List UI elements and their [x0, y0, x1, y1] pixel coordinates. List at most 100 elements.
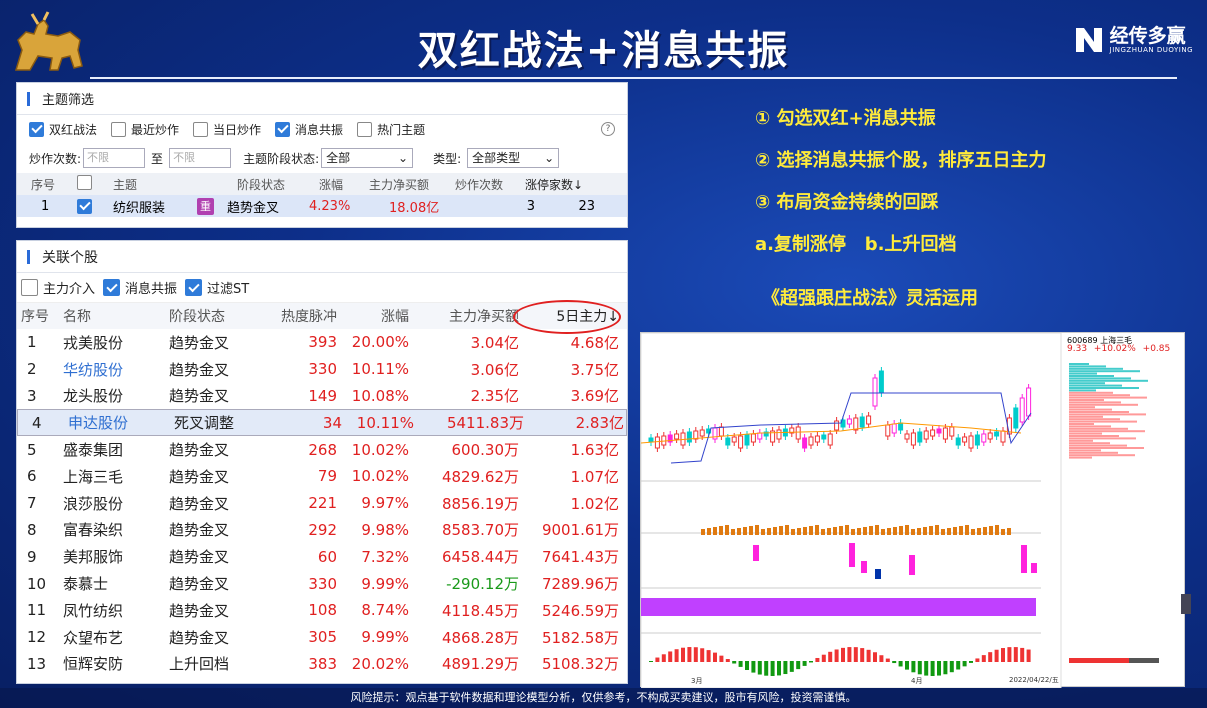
- cell-name: 龙头股份: [63, 387, 124, 406]
- oscillator-bar: [713, 652, 717, 662]
- table-row[interactable]: 4 申达股份 死叉调整 34 10.11% 5411.83万 2.83亿: [17, 409, 627, 437]
- col-theme[interactable]: 主题: [113, 176, 237, 193]
- table-row[interactable]: 7 浪莎股份 趋势金叉 221 9.97% 8856.19万 1.02亿: [17, 490, 627, 517]
- checkbox-icon[interactable]: [357, 121, 373, 137]
- col-change[interactable]: 涨幅: [319, 176, 369, 193]
- checkbox-recent-hype[interactable]: 最近炒作: [111, 121, 179, 138]
- candle-body: [968, 435, 974, 449]
- chip-bar: [1069, 394, 1130, 397]
- col-index[interactable]: 序号: [17, 306, 63, 326]
- stock-chart[interactable]: 600689 上海三毛 9.33 +10.02% +0.85 2022/04/2…: [640, 332, 1185, 689]
- checkbox-icon[interactable]: [111, 121, 127, 137]
- cell-net: -290.12万: [446, 575, 519, 594]
- cell-change: 9.99%: [361, 628, 409, 647]
- checkbox-icon[interactable]: [193, 121, 209, 137]
- col-index[interactable]: 序号: [17, 176, 77, 193]
- row-checkbox[interactable]: [77, 198, 113, 214]
- checkbox-main-force[interactable]: 主力介入: [21, 278, 95, 297]
- oscillator-bar: [956, 661, 961, 670]
- table-row[interactable]: 8 富春染织 趋势金叉 292 9.98% 8583.70万 9001.61万: [17, 517, 627, 544]
- side-scroll-handle[interactable]: [1181, 594, 1191, 614]
- help-icon[interactable]: ?: [601, 122, 615, 136]
- oscillator-bar: [969, 661, 973, 663]
- volume-bar: [911, 529, 915, 535]
- type-select[interactable]: 全部类型 ⌄: [467, 148, 560, 168]
- checkbox-icon[interactable]: [29, 121, 44, 137]
- checkbox-filter-st[interactable]: 过滤ST: [185, 278, 249, 297]
- table-row[interactable]: 13 恒辉安防 上升回档 383 20.02% 4891.29万 5108.32万: [17, 651, 627, 678]
- table-row[interactable]: 10 泰慕士 趋势金叉 330 9.99% -290.12万 7289.96万: [17, 570, 627, 597]
- cell-change: 9.98%: [361, 520, 409, 539]
- volume-bar: [755, 525, 759, 535]
- checkbox-today-hype[interactable]: 当日炒作: [193, 121, 261, 138]
- tagline: 《超强跟庄战法》灵活运用: [762, 288, 978, 309]
- table-row[interactable]: 1 戎美股份 趋势金叉 393 20.00% 3.04亿 4.68亿: [17, 329, 627, 356]
- oscillator-bar: [943, 661, 948, 675]
- col-stage[interactable]: 阶段状态: [169, 306, 253, 326]
- candle-body: [910, 432, 916, 446]
- cell-heat: 149: [308, 386, 337, 405]
- candle-body: [1000, 430, 1006, 443]
- theme-filter-panel: 主题筛选 双红战法 最近炒作 当日炒作 消息共振 热门主题 ? 炒作次数: 不限…: [16, 82, 628, 228]
- checkbox-icon[interactable]: [103, 279, 121, 296]
- col-stage[interactable]: 阶段状态: [237, 176, 319, 193]
- chip-bar: [1069, 439, 1093, 442]
- cell-net: 8856.19万: [441, 494, 519, 513]
- col-limit-up[interactable]: 涨停家数↓: [525, 176, 595, 193]
- col-name[interactable]: 名称: [63, 306, 169, 326]
- table-row[interactable]: 6 上海三毛 趋势金叉 79 10.02% 4829.62万 1.07亿: [17, 463, 627, 490]
- table-row[interactable]: 11 凤竹纺织 趋势金叉 108 8.74% 4118.45万 5246.59万: [17, 597, 627, 624]
- col-change[interactable]: 涨幅: [337, 306, 409, 326]
- col-net-buy[interactable]: 主力净买额: [409, 306, 519, 326]
- table-row[interactable]: 2 华纺股份 趋势金叉 330 10.11% 3.06亿 3.75亿: [17, 356, 627, 383]
- count-to-input[interactable]: 不限: [169, 148, 232, 168]
- col-select-all[interactable]: [77, 175, 113, 193]
- table-row[interactable]: 1 纺织服装 重 趋势金叉 4.23% 18.08亿 3 23: [17, 195, 627, 217]
- table-row[interactable]: 12 众望布艺 趋势金叉 305 9.99% 4868.28万 5182.58万: [17, 624, 627, 651]
- count-label: 炒作次数:: [29, 151, 82, 166]
- cell-change: 10.02%: [351, 440, 409, 459]
- volume-bar: [761, 529, 765, 535]
- oscillator-bar: [988, 652, 993, 662]
- volume-bar: [707, 528, 711, 535]
- checkbox-icon[interactable]: [21, 279, 38, 296]
- stage-select[interactable]: 全部 ⌄: [321, 148, 414, 168]
- chip-bar: [1069, 444, 1127, 447]
- cell-stage: 死叉调整: [174, 413, 235, 432]
- checkbox-news-resonance[interactable]: 消息共振: [275, 121, 343, 138]
- theme-table-header: 序号 主题 阶段状态 涨幅 主力净买额 炒作次数 涨停家数↓: [17, 173, 627, 195]
- checkbox-double-red[interactable]: 双红战法: [29, 121, 97, 138]
- checkbox-icon[interactable]: [275, 121, 291, 137]
- oscillator-bar: [738, 661, 743, 667]
- checkbox-icon[interactable]: [77, 198, 92, 214]
- col-times[interactable]: 炒作次数: [455, 176, 525, 193]
- oscillator-bar: [1013, 647, 1018, 662]
- cell-idx: 4: [32, 413, 42, 432]
- step-1: ① 勾选双红+消息共振: [755, 108, 936, 129]
- candle-body: [994, 431, 1000, 437]
- panel-title: 关联个股: [42, 249, 98, 266]
- table-row[interactable]: 5 盛泰集团 趋势金叉 268 10.02% 600.30万 1.63亿: [17, 436, 627, 463]
- cell-stage: 趋势金叉: [169, 601, 230, 620]
- steps-list: ① 勾选双红+消息共振 ② 选择消息共振个股，排序五日主力 ③ 布局资金持续的回…: [755, 106, 1047, 274]
- oscillator-bar: [873, 652, 877, 662]
- cell-stage: 趋势金叉: [169, 333, 230, 352]
- col-heat[interactable]: 热度脉冲: [253, 306, 337, 326]
- title-divider: [90, 77, 1177, 79]
- checkbox-news-resonance[interactable]: 消息共振: [103, 278, 177, 297]
- col-net-buy[interactable]: 主力净买额: [369, 176, 455, 193]
- candle-body: [674, 433, 680, 440]
- table-row[interactable]: 9 美邦服饰 趋势金叉 60 7.32% 6458.44万 7641.43万: [17, 543, 627, 570]
- chart-date: 2022/04/22/五: [1009, 676, 1059, 684]
- candle-body: [853, 417, 859, 431]
- table-row[interactable]: 3 龙头股份 趋势金叉 149 10.08% 2.35亿 3.69亿: [17, 383, 627, 410]
- cell-stage: 趋势金叉: [169, 548, 230, 567]
- cell-heat: 34: [322, 413, 342, 432]
- chip-bar: [1069, 442, 1110, 445]
- checkbox-hot-theme[interactable]: 热门主题: [357, 121, 425, 138]
- checkbox-icon[interactable]: [185, 279, 203, 296]
- count-from-input[interactable]: 不限: [83, 148, 146, 168]
- volume-bar: [959, 526, 963, 535]
- oscillator-bar: [937, 661, 941, 676]
- checkbox-icon[interactable]: [77, 175, 92, 190]
